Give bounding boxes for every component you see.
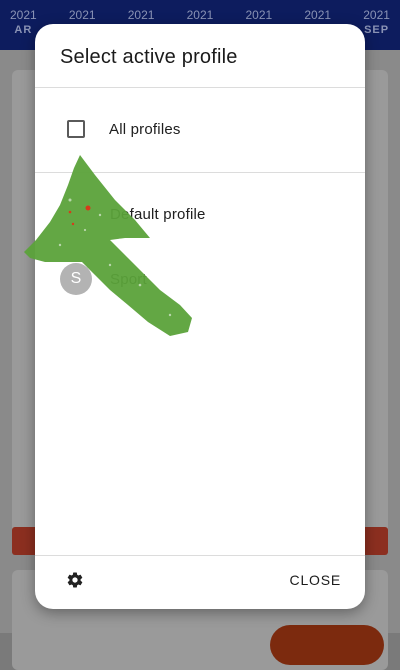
close-button[interactable]: CLOSE [290,572,341,588]
profile-name: Default profile [110,205,206,223]
month-year: 2021 [186,8,214,22]
profile-row-default[interactable]: Default profile [35,184,365,244]
select-profile-dialog: Select active profile All profiles Defau… [35,24,365,609]
month-label: AR [14,24,33,36]
profile-name: Sport [110,270,147,288]
month-year: 2021 [363,8,390,22]
month-year: 2021 [304,8,332,22]
month-year: 2021 [68,8,96,22]
gear-icon [67,572,83,588]
checkbox-unchecked-icon[interactable] [67,120,85,138]
divider [35,172,365,173]
divider [35,555,365,556]
profile-row-sport[interactable]: S Sport [35,249,365,309]
avatar: S [60,263,92,295]
month-year: 2021 [245,8,273,22]
all-profiles-label: All profiles [109,120,181,138]
all-profiles-row[interactable]: All profiles [35,99,365,159]
month-cell[interactable]: 2021 AR [10,8,37,42]
month-cell[interactable]: 2021 SEP [363,8,390,42]
dialog-title: Select active profile [60,46,238,68]
settings-button[interactable] [63,568,87,592]
divider [35,87,365,88]
month-label: SEP [364,24,390,36]
month-year: 2021 [127,8,155,22]
month-year: 2021 [10,8,37,22]
background-action-button [270,625,384,665]
avatar [60,198,92,230]
